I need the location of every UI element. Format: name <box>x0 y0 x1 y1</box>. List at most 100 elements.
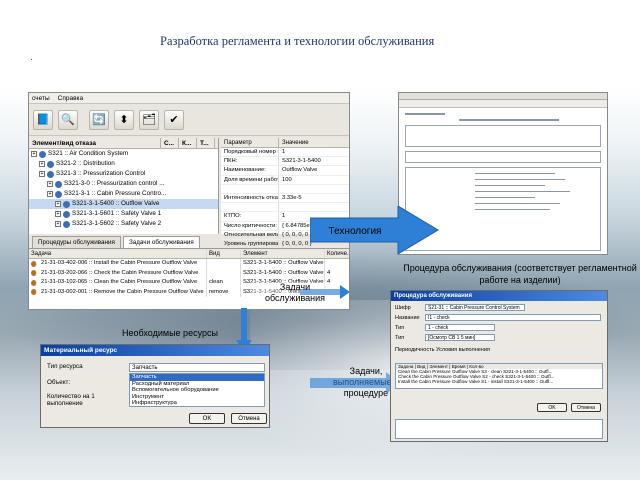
expand-icon[interactable]: + <box>55 201 61 207</box>
element-icon <box>63 200 70 208</box>
property-row[interactable] <box>221 184 349 194</box>
window-titlebar <box>399 93 607 100</box>
property-key: Число критичности: <box>221 221 279 230</box>
search-icon[interactable]: 🔍 <box>58 109 78 130</box>
check-icon[interactable]: ✔ <box>164 109 184 130</box>
doc-text-line <box>475 197 535 198</box>
tree-column-header[interactable]: С... <box>161 137 179 149</box>
element-icon <box>63 220 70 228</box>
properties-column-header[interactable]: Параметр <box>221 138 279 147</box>
property-key: КТПО: <box>221 212 279 221</box>
properties-header: Параметр Значение <box>221 138 349 148</box>
bullet-dot: . <box>30 52 33 63</box>
property-value: 100 <box>282 176 292 183</box>
doc-text-line <box>475 209 550 210</box>
table-row[interactable]: 21-31-03-402-006 :: Install the Cabin Pr… <box>29 259 349 269</box>
move-icon[interactable]: ⬍ <box>114 109 134 130</box>
cancel-button[interactable]: Отмена <box>231 413 267 424</box>
expand-icon[interactable]: + <box>31 151 37 157</box>
element-icon <box>47 160 54 168</box>
property-key <box>221 184 279 193</box>
task-icon <box>31 260 37 267</box>
tree-item-label: S321-3-1 :: Cabin Pressure Contro... <box>64 190 167 197</box>
tasks-in-procedure-arrow <box>310 372 400 394</box>
grid-row[interactable]: Install the Cabin Pressure Outflow Valve… <box>396 379 602 384</box>
doc-text-line <box>475 191 570 192</box>
technology-label: Технология <box>328 226 382 237</box>
tree-column-header[interactable]: Т... <box>197 137 215 149</box>
task-cell: 21-31-03-202-066 :: Check the Cabin Pres… <box>29 268 207 278</box>
tree-item[interactable]: + S321-2 :: Distribution <box>29 159 218 169</box>
window-toolbar <box>399 100 607 108</box>
property-key: Наименование: <box>221 166 279 175</box>
task-cell: 21-31-03-002-001 :: Remove the Cabin Pre… <box>29 287 207 297</box>
object-label: Объект: <box>47 379 71 386</box>
property-value: 3.33e-5 <box>282 194 302 201</box>
expand-icon[interactable]: + <box>55 211 61 217</box>
task-cell: 21-31-03-402-006 :: Install the Cabin Pr… <box>29 259 207 269</box>
tree-item[interactable]: + S321-3-1-5400 :: Outflow Valve <box>29 199 218 209</box>
tree-item[interactable]: + S321-3-1-5602 :: Safety Valve 2 <box>29 219 218 229</box>
material-resource-dialog: Материальный ресурс Тип ресурса Запчасть… <box>40 344 270 428</box>
element-icon <box>55 190 62 198</box>
table-cell: 21-31-03-102-065 :: Clean the Cabin Pres… <box>41 279 198 286</box>
refresh-icon[interactable]: 🔄 <box>89 109 109 130</box>
property-row[interactable]: Порядковый номер в у...1 <box>221 148 349 158</box>
expand-icon[interactable]: + <box>39 171 45 177</box>
column-header[interactable]: Задача <box>29 250 207 258</box>
tree-icon[interactable]: 🗂 <box>139 109 159 130</box>
cancel-button[interactable]: Отмена <box>571 403 601 412</box>
tree-column-header[interactable]: Элемент/вид отказа <box>29 137 161 149</box>
table-row[interactable]: 21-31-03-202-066 :: Check the Cabin Pres… <box>29 268 349 278</box>
field-label: Шифр <box>395 305 411 311</box>
ok-button[interactable]: OK <box>537 403 567 412</box>
interval-field[interactable]: [Осмотр СВ 1 5 мин] <box>425 334 495 341</box>
resource-type-select[interactable]: Запчасть <box>129 363 265 372</box>
property-value: Outflow Valve <box>282 167 318 174</box>
tab-tasks[interactable]: Задачи обслуживания <box>122 236 200 248</box>
expand-icon[interactable]: + <box>47 191 53 197</box>
book-icon[interactable]: 📘 <box>33 109 53 130</box>
property-row[interactable]: Доля времени работы,%:100 <box>221 175 349 185</box>
expand-icon[interactable]: + <box>47 181 53 187</box>
tree-column-header[interactable]: К... <box>179 137 197 149</box>
resource-type-label: Тип ресурса <box>47 363 83 370</box>
type-field[interactable]: 1 - check <box>425 324 495 331</box>
doc-text-line <box>475 173 555 174</box>
tree-item[interactable]: + S321-3-1-5601 :: Safety Valve 1 <box>29 209 218 219</box>
property-row[interactable]: Интенсивность отказо...3.33e-5 <box>221 193 349 204</box>
expand-icon[interactable]: + <box>55 221 61 227</box>
property-row[interactable]: Наименование: Outflow Valve <box>221 166 349 176</box>
dialog-title: Материальный ресурс <box>41 345 269 356</box>
table-cell: clean <box>207 278 241 288</box>
element-icon <box>39 150 46 158</box>
doc-text-line <box>459 119 559 121</box>
column-header[interactable]: Вид <box>207 250 241 258</box>
property-value <box>279 203 282 211</box>
property-row[interactable]: ПКН: S321-3-1-5400 <box>221 157 349 167</box>
name-field[interactable]: I1 - check <box>425 314 601 321</box>
menu-item[interactable]: Справка <box>58 95 84 102</box>
table-cell: remove <box>207 287 241 297</box>
section-label: Периодичность Условия выполнения <box>395 347 490 353</box>
tree-item[interactable]: + S321-3 :: Pressurization Control <box>29 169 218 179</box>
menu-item[interactable]: счеты <box>32 95 50 102</box>
option-item[interactable]: Инфраструктура <box>130 400 264 407</box>
expand-icon[interactable]: + <box>39 161 45 167</box>
tree-item[interactable]: + S321-3-0 :: Pressurization control ... <box>29 179 218 189</box>
properties-column-header[interactable]: Значение <box>279 138 337 147</box>
tasks-label: Задачи обслуживания <box>250 282 340 304</box>
table-cell: 21-31-03-002-001 :: Remove the Cabin Pre… <box>41 288 204 295</box>
property-value: 1 <box>282 213 286 220</box>
code-field[interactable]: S21-31 :: Cabin Pressure Control System <box>425 304 525 311</box>
tree-item[interactable]: + S321 :: Air Condition System <box>29 149 218 159</box>
property-key: Доля времени работы,%: <box>221 175 279 184</box>
resources-grid <box>395 419 603 439</box>
table-cell <box>207 268 241 278</box>
field-label: Тип <box>395 325 405 331</box>
tree-item-label: S321-2 :: Distribution <box>56 160 115 167</box>
element-icon <box>55 180 62 188</box>
ok-button[interactable]: OK <box>189 413 225 424</box>
tab-procedures[interactable]: Процедуры обслуживания <box>32 236 121 248</box>
tree-item[interactable]: + S321-3-1 :: Cabin Pressure Contro... <box>29 189 218 199</box>
